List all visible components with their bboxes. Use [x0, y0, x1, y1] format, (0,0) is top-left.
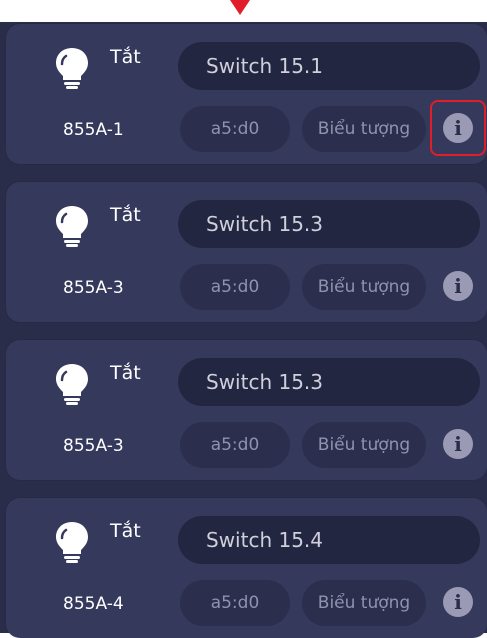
info-button-wrap[interactable]: i [430, 416, 486, 472]
device-name-input[interactable]: Switch 15.3 [178, 200, 480, 248]
lightbulb-icon [56, 522, 88, 563]
pointer-arrow-icon [230, 0, 250, 15]
power-status-label: Tắt [110, 520, 141, 542]
device-name-input[interactable]: Switch 15.1 [178, 42, 480, 90]
info-icon[interactable]: i [443, 271, 473, 301]
device-code-label: 855A-3 [63, 436, 124, 456]
device-code-label: 855A-3 [63, 278, 124, 298]
device-code-label: 855A-4 [63, 594, 124, 614]
device-address-field[interactable]: a5:d0 [180, 264, 290, 310]
icon-select-button[interactable]: Biểu tượng [302, 264, 426, 310]
info-icon[interactable]: i [443, 587, 473, 617]
device-address-field[interactable]: a5:d0 [180, 422, 290, 468]
power-status-label: Tắt [110, 204, 141, 226]
lightbulb-icon [56, 48, 88, 89]
device-card: Tắt Switch 15.3 855A-3 a5:d0 Biểu tượng … [6, 340, 487, 480]
device-card: Tắt Switch 15.1 855A-1 a5:d0 Biểu tượng … [6, 24, 487, 164]
device-name-input[interactable]: Switch 15.3 [178, 358, 480, 406]
icon-select-button[interactable]: Biểu tượng [302, 106, 426, 152]
lightbulb-icon [56, 206, 88, 247]
device-name-input[interactable]: Switch 15.4 [178, 516, 480, 564]
info-icon[interactable]: i [443, 113, 473, 143]
device-address-field[interactable]: a5:d0 [180, 580, 290, 626]
power-status-label: Tắt [110, 362, 141, 384]
lightbulb-icon [56, 364, 88, 405]
device-list-panel: Tắt Switch 15.1 855A-1 a5:d0 Biểu tượng … [0, 22, 487, 638]
icon-select-button[interactable]: Biểu tượng [302, 580, 426, 626]
icon-select-button[interactable]: Biểu tượng [302, 422, 426, 468]
info-button-wrap[interactable]: i [430, 258, 486, 314]
device-code-label: 855A-1 [63, 120, 124, 140]
device-card: Tắt Switch 15.3 855A-3 a5:d0 Biểu tượng … [6, 182, 487, 322]
info-icon[interactable]: i [443, 429, 473, 459]
device-card: Tắt Switch 15.4 855A-4 a5:d0 Biểu tượng … [6, 498, 487, 638]
power-status-label: Tắt [110, 46, 141, 68]
info-button-highlight[interactable]: i [430, 100, 486, 156]
info-button-wrap[interactable]: i [430, 574, 486, 630]
device-address-field[interactable]: a5:d0 [180, 106, 290, 152]
